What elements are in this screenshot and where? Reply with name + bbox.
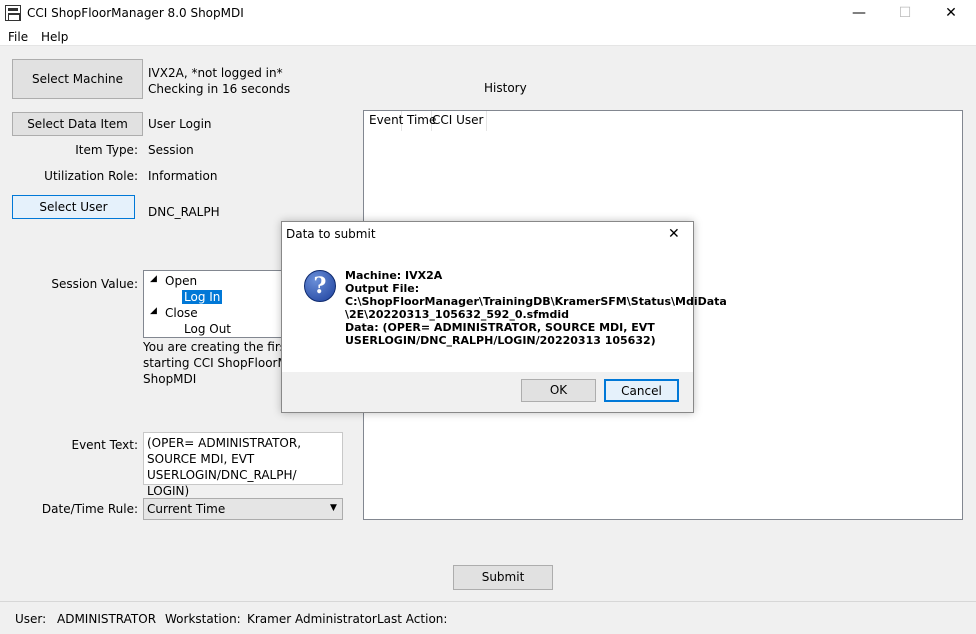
item-type-label: Item Type: <box>75 143 138 157</box>
utilization-role-value: Information <box>148 169 218 183</box>
info-text-line2: starting CCI ShopFloorMar <box>143 356 301 370</box>
menu-file[interactable]: File <box>8 30 28 44</box>
menu-bar: File Help <box>0 28 976 46</box>
machine-status: IVX2A, *not logged in* <box>148 66 283 80</box>
close-button[interactable]: ✕ <box>928 0 974 28</box>
session-value-label: Session Value: <box>51 277 138 291</box>
ok-button[interactable]: OK <box>521 379 596 402</box>
status-workstation-value: Kramer Administrator <box>247 612 377 626</box>
submit-button[interactable]: Submit <box>453 565 553 590</box>
info-text-line3: ShopMDI <box>143 372 197 386</box>
dialog-title: Data to submit <box>286 227 376 241</box>
user-value: DNC_RALPH <box>148 205 220 219</box>
question-icon: ? <box>304 270 336 302</box>
select-user-button[interactable]: Select User <box>12 195 135 219</box>
tree-node-close[interactable]: Close <box>165 306 198 320</box>
status-workstation-label: Workstation: <box>165 612 241 626</box>
tree-node-log-out[interactable]: Log Out <box>184 322 231 336</box>
dialog-line-output-file: Output File: <box>345 282 420 295</box>
dialog-line-data-cont: USERLOGIN/DNC_RALPH/LOGIN/20220313 10563… <box>345 334 656 347</box>
chevron-down-icon: ▼ <box>330 503 337 513</box>
datetime-rule-value: Current Time <box>147 502 226 516</box>
dialog-line-machine: Machine: IVX2A <box>345 269 443 282</box>
app-icon <box>5 5 21 21</box>
event-text-label: Event Text: <box>71 438 138 452</box>
checkin-countdown: Checking in 16 seconds <box>148 82 291 96</box>
expander-icon[interactable]: ◢ <box>150 274 157 284</box>
column-header-event[interactable]: Event <box>364 111 403 131</box>
tree-node-log-in-label: Log In <box>182 290 223 304</box>
data-to-submit-dialog: Data to submit ✕ ? Machine: IVX2A Output… <box>281 221 727 413</box>
tree-node-open[interactable]: Open <box>165 274 197 288</box>
select-data-item-button[interactable]: Select Data Item <box>12 112 143 136</box>
datetime-rule-select[interactable]: Current Time ▼ <box>143 498 343 520</box>
tree-node-log-in[interactable]: Log In <box>182 290 223 304</box>
minimize-button[interactable]: — <box>836 0 882 28</box>
dialog-close-button[interactable]: ✕ <box>668 226 680 242</box>
title-bar: CCI ShopFloorManager 8.0 ShopMDI — ☐ ✕ <box>0 0 976 28</box>
status-last-action-label: Last Action: <box>377 612 448 626</box>
select-machine-button[interactable]: Select Machine <box>12 59 143 99</box>
event-text-field[interactable]: (OPER= ADMINISTRATOR, SOURCE MDI, EVT US… <box>143 432 343 498</box>
data-item-value: User Login <box>148 117 212 131</box>
dialog-line-path: C:\ShopFloorManager\TrainingDB\KramerSFM… <box>345 295 727 308</box>
item-type-value: Session <box>148 143 194 157</box>
menu-help[interactable]: Help <box>41 30 68 44</box>
maximize-button[interactable]: ☐ <box>882 0 928 28</box>
dialog-line-data: Data: (OPER= ADMINISTRATOR, SOURCE MDI, … <box>345 321 655 334</box>
dialog-line-filename: \2E\20220313_105632_592_0.sfmdid <box>345 308 569 321</box>
status-bar: User: ADMINISTRATOR Workstation: Kramer … <box>0 601 976 634</box>
utilization-role-label: Utilization Role: <box>44 169 138 183</box>
cancel-button[interactable]: Cancel <box>604 379 679 402</box>
status-user-label: User: <box>15 612 47 626</box>
history-label: History <box>484 81 527 95</box>
status-user-value: ADMINISTRATOR <box>57 612 157 626</box>
dialog-title-bar: Data to submit ✕ <box>282 222 693 248</box>
dialog-message: Machine: IVX2A Output File: C:\ShopFloor… <box>345 269 727 347</box>
datetime-rule-label: Date/Time Rule: <box>41 502 138 516</box>
info-text-line1: You are creating the first e <box>143 340 302 354</box>
column-header-cci-user[interactable]: CCI User <box>427 111 487 131</box>
window-title: CCI ShopFloorManager 8.0 ShopMDI <box>27 6 244 20</box>
expander-icon[interactable]: ◢ <box>150 306 157 316</box>
dialog-body: ? Machine: IVX2A Output File: C:\ShopFlo… <box>282 248 727 372</box>
